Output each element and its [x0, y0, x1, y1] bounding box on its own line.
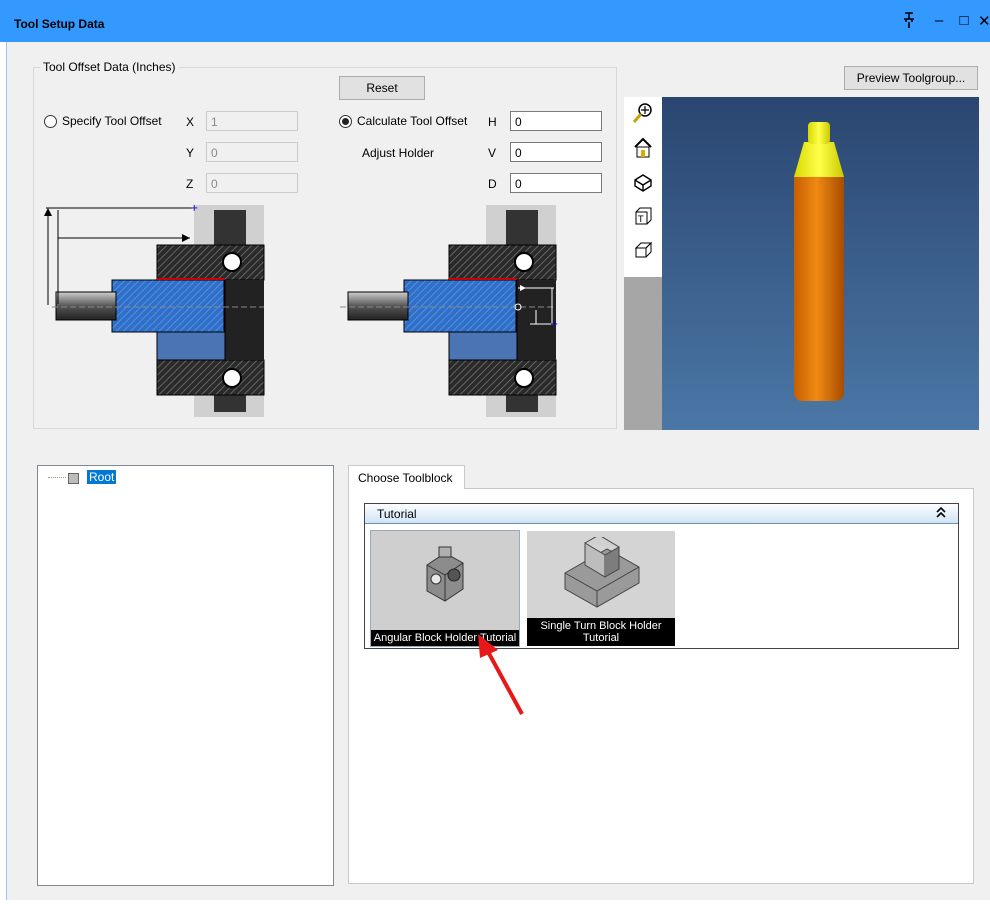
category-label: Tutorial — [377, 507, 417, 521]
x-offset-field[interactable]: 1 — [206, 111, 298, 131]
angular-block-holder-image — [426, 546, 464, 602]
d-label: D — [488, 177, 497, 191]
zoom-icon[interactable] — [630, 101, 656, 131]
tree-root-node[interactable]: Root — [87, 470, 117, 484]
bottom-edge — [0, 900, 990, 907]
category-header[interactable]: Tutorial — [365, 504, 958, 524]
y-label: Y — [186, 146, 195, 160]
z-label: Z — [186, 177, 194, 191]
top-view-icon[interactable]: T — [630, 205, 656, 235]
maximize-button[interactable]: □ — [955, 12, 973, 32]
specify-offset-diagram: + — [44, 203, 265, 417]
d-offset-field[interactable]: 0 — [510, 173, 602, 193]
collapse-icon[interactable] — [935, 505, 947, 522]
calculate-offset-diagram: + — [340, 205, 558, 417]
iso-view-icon[interactable] — [630, 171, 656, 201]
preview-viewport: T — [624, 97, 979, 430]
minimize-button[interactable]: – — [930, 12, 948, 32]
annotation-arrow-icon — [478, 634, 524, 715]
svg-text:+: + — [550, 319, 558, 330]
calculate-offset-radio[interactable] — [339, 115, 352, 128]
tree-node-icon — [68, 473, 79, 484]
toolblock-item-label: Single Turn Block Holder Tutorial — [527, 618, 675, 646]
adjust-holder-label: Adjust Holder — [362, 146, 435, 160]
calculate-offset-label: Calculate Tool Offset — [357, 114, 468, 128]
h-offset-field[interactable]: 0 — [510, 111, 602, 131]
v-offset-field[interactable]: 0 — [510, 142, 602, 162]
tool-offset-legend: Tool Offset Data (Inches) — [40, 60, 179, 74]
home-view-icon[interactable] — [630, 137, 656, 167]
title-bar: Tool Setup Data – □ ✕ — [0, 0, 990, 42]
svg-text:+: + — [190, 203, 198, 214]
y-offset-field[interactable]: 0 — [206, 142, 298, 162]
single-turn-block-holder-image — [564, 537, 640, 608]
x-label: X — [186, 115, 195, 129]
tab-choose-toolblock[interactable]: Choose Toolblock — [348, 465, 465, 489]
preview-toolgroup-button[interactable]: Preview Toolgroup... — [844, 66, 978, 90]
svg-text:T: T — [637, 215, 644, 225]
pin-icon[interactable] — [900, 12, 918, 32]
reset-button[interactable]: Reset — [339, 76, 425, 100]
tree-connector — [48, 477, 66, 478]
toolgroup-tree[interactable]: Root — [37, 465, 334, 886]
close-button[interactable]: ✕ — [978, 12, 990, 32]
toolblock-item[interactable]: Single Turn Block Holder Tutorial — [527, 531, 675, 646]
specify-offset-label: Specify Tool Offset — [62, 114, 162, 128]
specify-offset-radio[interactable] — [44, 115, 57, 128]
toolblock-gallery: Tutorial Angular Block Holder Tutorial S… — [364, 503, 959, 649]
window-title: Tool Setup Data — [14, 17, 105, 31]
toolblock-item[interactable]: Angular Block Holder Tutorial — [370, 530, 520, 647]
z-offset-field[interactable]: 0 — [206, 173, 298, 193]
h-label: H — [488, 115, 497, 129]
v-label: V — [488, 146, 497, 160]
side-view-icon[interactable] — [630, 239, 656, 269]
tool-model-image — [794, 122, 844, 401]
